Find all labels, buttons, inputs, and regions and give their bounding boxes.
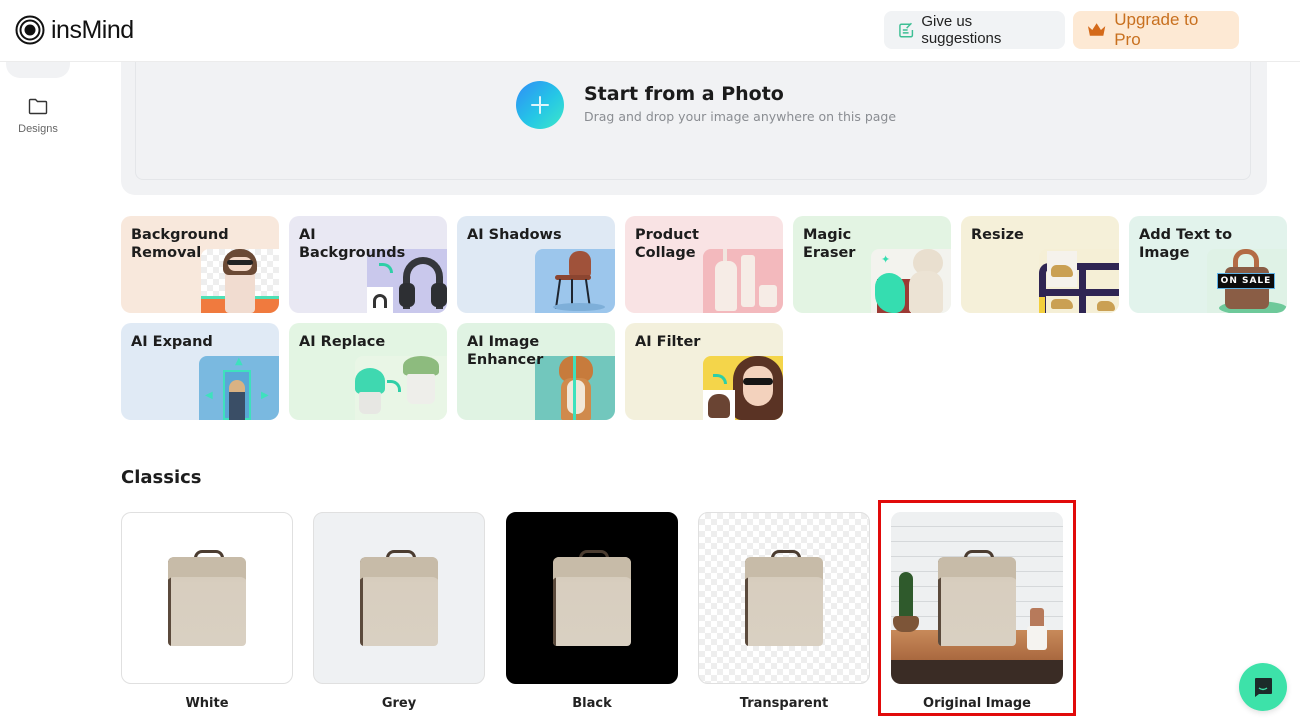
tool-thumbnail — [703, 249, 783, 313]
tool-thumbnail: ✦ — [871, 249, 951, 313]
plus-icon — [531, 96, 549, 114]
tool-label: AI Replace — [299, 334, 386, 350]
tool-label: Resize — [971, 227, 1024, 243]
crown-icon — [1087, 23, 1106, 36]
give-suggestions-label: Give us suggestions — [921, 13, 1002, 47]
tool-label: Magic Eraser — [803, 227, 856, 261]
tool-label: Product Collage — [635, 227, 699, 261]
on-sale-badge: ON SALE — [1217, 273, 1275, 289]
classic-option-grey[interactable]: Grey — [313, 512, 485, 719]
classic-option-white[interactable]: White — [121, 512, 293, 719]
tool-label: AI Backgrounds — [299, 227, 406, 261]
give-suggestions-button[interactable]: Give us suggestions — [884, 11, 1065, 49]
classic-thumbnail — [698, 512, 870, 684]
classic-option-transparent[interactable]: Transparent — [698, 512, 870, 719]
classic-thumbnail — [891, 512, 1063, 684]
upload-dropzone[interactable]: Start from a Photo Drag and drop your im… — [135, 62, 1251, 180]
tool-label: AI Expand — [131, 334, 213, 350]
tool-thumbnail — [703, 356, 783, 420]
upgrade-to-pro-label: Upgrade to Pro — [1114, 10, 1199, 49]
tool-thumbnail: ▲ ◀ ▶ — [199, 356, 279, 420]
top-header: insMind Give us suggestions Upgrade to P… — [0, 0, 1300, 62]
brand-name: insMind — [51, 15, 134, 44]
logo-icon — [15, 15, 45, 45]
chat-icon — [1255, 678, 1272, 697]
classic-option-original-image[interactable]: Original Image — [891, 512, 1063, 719]
upload-panel: Start from a Photo Drag and drop your im… — [121, 62, 1267, 195]
tool-card-resize[interactable]: Resize — [961, 216, 1119, 313]
tool-thumbnail — [355, 356, 447, 420]
tool-thumbnail — [535, 356, 615, 420]
upload-subtitle: Drag and drop your image anywhere on thi… — [584, 109, 897, 124]
backpack-image — [745, 550, 823, 646]
backpack-image — [553, 550, 631, 646]
left-sidebar: Designs — [0, 58, 80, 719]
tool-card-ai-expand[interactable]: AI Expand ▲ ◀ ▶ — [121, 323, 279, 420]
brand-logo[interactable]: insMind — [15, 15, 134, 45]
upload-title: Start from a Photo — [584, 83, 784, 105]
classic-thumbnail — [121, 512, 293, 684]
tool-card-ai-image-enhancer[interactable]: AI Image Enhancer — [457, 323, 615, 420]
backpack-image — [938, 550, 1016, 646]
tool-card-ai-shadows[interactable]: AI Shadows — [457, 216, 615, 313]
classic-label: Transparent — [739, 696, 829, 711]
tool-label: Add Text to Image — [1139, 227, 1233, 261]
tool-thumbnail — [1039, 249, 1119, 313]
classic-thumbnail — [506, 512, 678, 684]
tool-thumbnail — [535, 249, 615, 313]
tool-label: AI Shadows — [467, 227, 562, 243]
classic-label: White — [185, 696, 229, 711]
tool-card-add-text-to-image[interactable]: Add Text to Image ON SALE — [1129, 216, 1287, 313]
tool-label: AI Image Enhancer — [467, 334, 544, 368]
upgrade-to-pro-button[interactable]: Upgrade to Pro — [1073, 10, 1239, 49]
classic-thumbnail — [313, 512, 485, 684]
tool-label: Background Removal — [131, 227, 229, 261]
tool-card-background-removal[interactable]: Background Removal — [121, 216, 279, 313]
tool-label: AI Filter — [635, 334, 701, 350]
folder-icon — [28, 98, 48, 115]
classics-heading: Classics — [121, 467, 202, 488]
classic-label: Black — [572, 696, 612, 711]
tool-card-ai-filter[interactable]: AI Filter — [625, 323, 783, 420]
backpack-image — [360, 550, 438, 646]
backpack-image — [168, 550, 246, 646]
sidebar-item-label: Designs — [18, 123, 58, 135]
tool-card-ai-replace[interactable]: AI Replace — [289, 323, 447, 420]
tool-card-product-collage[interactable]: Product Collage — [625, 216, 783, 313]
chat-support-button[interactable] — [1239, 663, 1287, 711]
classic-label: Original Image — [923, 696, 1031, 711]
upload-button[interactable] — [516, 81, 564, 129]
tool-card-ai-backgrounds[interactable]: AI Backgrounds — [289, 216, 447, 313]
tool-card-magic-eraser[interactable]: Magic Eraser ✦ — [793, 216, 951, 313]
classic-label: Grey — [381, 696, 417, 711]
sidebar-item-designs[interactable]: Designs — [8, 98, 68, 135]
feedback-edit-icon — [899, 22, 914, 37]
classic-option-black[interactable]: Black — [506, 512, 678, 719]
